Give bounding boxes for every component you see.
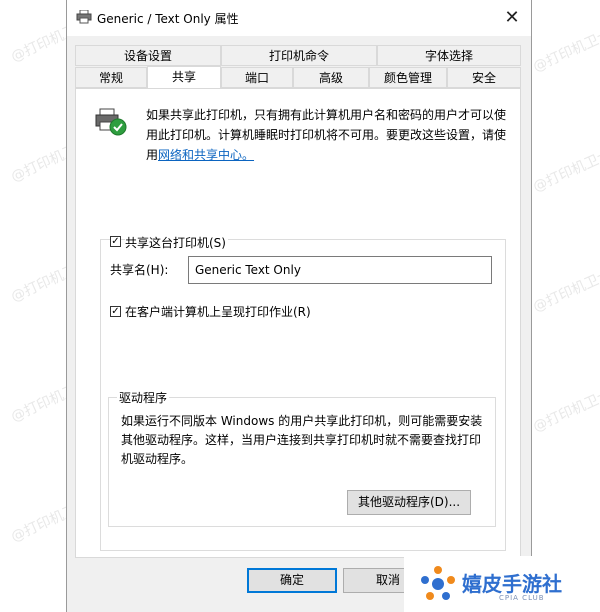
site-logo: 嬉皮手游社 CPIA CLUB: [404, 556, 600, 612]
close-button[interactable]: ✕: [499, 6, 525, 30]
sharing-description-prefix: 用: [146, 148, 159, 162]
render-jobs-checkbox[interactable]: ✓: [110, 306, 121, 317]
share-printer-label: 共享这台打印机(S): [125, 234, 228, 251]
logo-emblem-icon: [421, 566, 455, 600]
window-title: Generic / Text Only 属性: [97, 12, 239, 26]
render-jobs-label: 在客户端计算机上呈现打印作业(R): [125, 305, 311, 319]
tab-device-settings[interactable]: 设备设置: [75, 45, 221, 66]
title-bar: Generic / Text Only 属性 ✕: [67, 0, 531, 36]
share-name-label: 共享名(H):: [110, 263, 169, 277]
drivers-group-title: 驱动程序: [117, 389, 170, 406]
additional-drivers-button[interactable]: 其他驱动程序(D)...: [347, 490, 471, 515]
sharing-description-text: 如果共享此打印机，只有拥有此计算机用户名和密码的用户才可以使用此打印机。计算机睡…: [146, 108, 507, 142]
share-printer-checkbox[interactable]: ✓: [110, 236, 121, 247]
share-name-input[interactable]: Generic Text Only: [188, 256, 492, 284]
watermark-text: @打印机卫士: [530, 146, 600, 196]
logo-subtitle: CPIA CLUB: [499, 594, 545, 602]
printer-icon: [76, 9, 92, 27]
tab-sharing[interactable]: 共享: [147, 66, 221, 90]
sharing-description: 如果共享此打印机，只有拥有此计算机用户名和密码的用户才可以使用此打印机。计算机睡…: [146, 105, 514, 165]
tab-color-management[interactable]: 颜色管理: [369, 67, 447, 88]
drivers-description: 如果运行不同版本 Windows 的用户共享此打印机，则可能需要安装其他驱动程序…: [121, 414, 483, 466]
watermark-text: @打印机卫士: [530, 266, 600, 316]
tab-font-selection[interactable]: 字体选择: [377, 45, 521, 66]
logo-name: 嬉皮手游社: [462, 572, 562, 596]
network-sharing-center-link[interactable]: 网络和共享中心。: [158, 148, 254, 162]
watermark-text: @打印机卫士: [530, 26, 600, 76]
drivers-group: 驱动程序 如果运行不同版本 Windows 的用户共享此打印机，则可能需要安装其…: [108, 389, 496, 527]
tab-advanced[interactable]: 高级: [293, 67, 369, 88]
tab-ports[interactable]: 端口: [221, 67, 293, 88]
tab-general[interactable]: 常规: [75, 67, 147, 88]
watermark-text: @打印机卫士: [530, 386, 600, 436]
ok-button[interactable]: 确定: [247, 568, 337, 593]
shared-printer-icon: [94, 107, 128, 140]
sharing-tab-panel: 如果共享此打印机，只有拥有此计算机用户名和密码的用户才可以使用此打印机。计算机睡…: [75, 88, 521, 558]
tab-printer-commands[interactable]: 打印机命令: [221, 45, 377, 66]
tab-security[interactable]: 安全: [447, 67, 521, 88]
printer-properties-dialog: Generic / Text Only 属性 ✕ 设备设置 打印机命令 字体选择…: [66, 0, 532, 612]
